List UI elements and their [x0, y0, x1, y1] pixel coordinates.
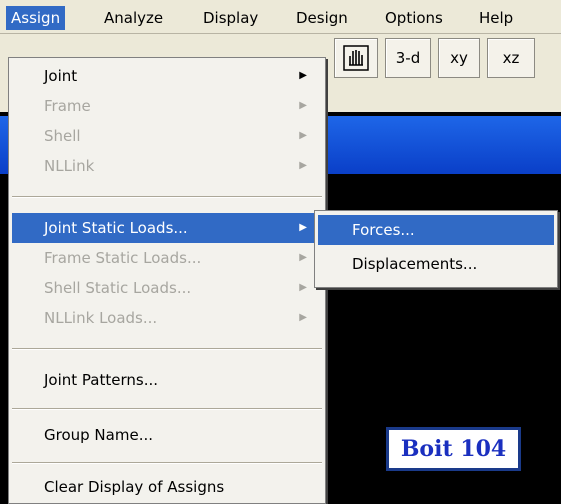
- menu-item-joint[interactable]: Joint ▶: [12, 61, 322, 91]
- menu-separator: [12, 462, 322, 464]
- view-xy-button[interactable]: xy: [438, 38, 480, 78]
- view-xz-button[interactable]: xz: [487, 38, 535, 78]
- assign-menu: Joint ▶ Frame ▶ Shell ▶ NLLink ▶ Joint S…: [8, 57, 326, 504]
- menu-separator: [12, 348, 322, 350]
- menu-item-label: Joint: [44, 67, 78, 85]
- menu-item-nllink-loads: NLLink Loads... ▶: [12, 303, 322, 333]
- menu-separator: [12, 408, 322, 410]
- view-3d-button[interactable]: 3-d: [385, 38, 431, 78]
- joint-static-loads-submenu: Forces... Displacements...: [314, 210, 558, 288]
- submenu-item-forces[interactable]: Forces...: [318, 215, 554, 245]
- menu-design[interactable]: Design: [291, 6, 353, 30]
- submenu-arrow-icon: ▶: [299, 70, 307, 81]
- submenu-arrow-icon: ▶: [299, 252, 307, 263]
- submenu-arrow-icon: ▶: [299, 100, 307, 111]
- submenu-arrow-icon: ▶: [299, 222, 307, 233]
- menu-item-label: Shell Static Loads...: [44, 279, 192, 297]
- menu-item-group-name[interactable]: Group Name...: [12, 420, 322, 450]
- submenu-arrow-icon: ▶: [299, 312, 307, 323]
- hand-icon: [343, 45, 369, 75]
- menu-item-label: Joint Patterns...: [44, 371, 159, 389]
- menu-analyze[interactable]: Analyze: [99, 6, 168, 30]
- menu-item-label: Shell: [44, 127, 81, 145]
- menu-item-label: Clear Display of Assigns: [44, 478, 225, 496]
- submenu-arrow-icon: ▶: [299, 130, 307, 141]
- menu-item-joint-patterns[interactable]: Joint Patterns...: [12, 365, 322, 395]
- menu-item-frame-static-loads: Frame Static Loads... ▶: [12, 243, 322, 273]
- menu-item-label: Group Name...: [44, 426, 153, 444]
- menu-assign[interactable]: Assign: [6, 6, 66, 30]
- menu-options[interactable]: Options: [380, 6, 448, 30]
- menu-help[interactable]: Help: [474, 6, 518, 30]
- pan-button[interactable]: [334, 38, 378, 78]
- menu-item-label: Frame: [44, 97, 91, 115]
- menu-item-frame: Frame ▶: [12, 91, 322, 121]
- menu-separator: [12, 196, 322, 198]
- menu-item-label: Joint Static Loads...: [44, 219, 188, 237]
- submenu-arrow-icon: ▶: [299, 282, 307, 293]
- menu-item-label: Frame Static Loads...: [44, 249, 202, 267]
- menu-item-label: NLLink Loads...: [44, 309, 158, 327]
- caption-label: Boit 104: [386, 427, 521, 471]
- menu-item-shell: Shell ▶: [12, 121, 322, 151]
- menu-item-clear-display-of-assigns[interactable]: Clear Display of Assigns: [12, 472, 322, 502]
- submenu-item-displacements[interactable]: Displacements...: [318, 249, 554, 279]
- submenu-arrow-icon: ▶: [299, 160, 307, 171]
- menu-bar: Assign Analyze Display Design Options He…: [0, 0, 561, 34]
- menu-item-shell-static-loads: Shell Static Loads... ▶: [12, 273, 322, 303]
- menu-item-joint-static-loads[interactable]: Joint Static Loads... ▶: [12, 213, 322, 243]
- menu-item-label: NLLink: [44, 157, 95, 175]
- menu-item-nllink: NLLink ▶: [12, 151, 322, 181]
- menu-display[interactable]: Display: [198, 6, 263, 30]
